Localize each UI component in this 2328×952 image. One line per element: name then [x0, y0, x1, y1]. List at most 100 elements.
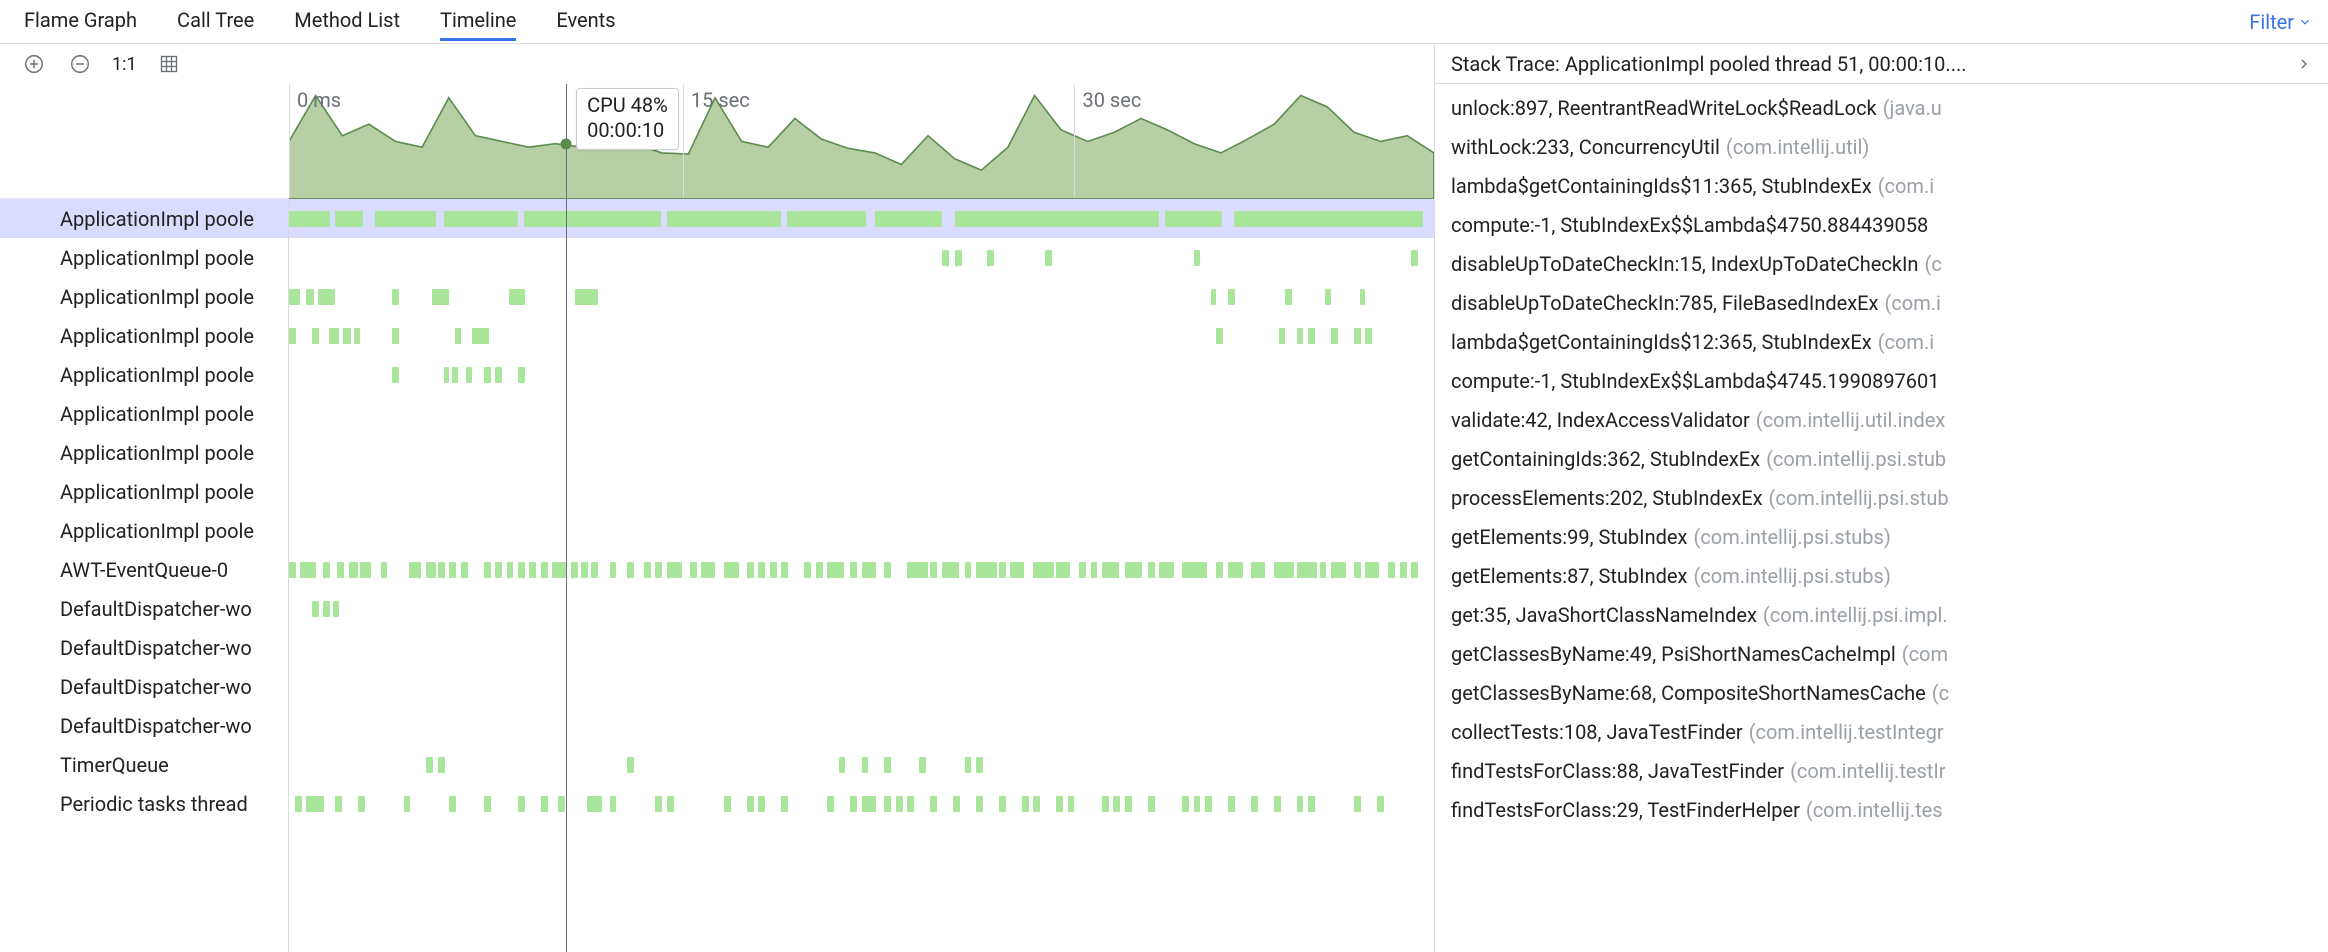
thread-activity-row[interactable] — [289, 757, 1434, 773]
stack-frame-sig: lambda$getContainingIds$12:365, StubInde… — [1451, 330, 1872, 354]
thread-row-label[interactable]: ApplicationImpl poole — [0, 394, 288, 433]
stack-trace-panel: Stack Trace: ApplicationImpl pooled thre… — [1435, 44, 2328, 952]
stack-frame-pkg: (com.intellij.testIntegr — [1749, 720, 1944, 744]
stack-frame-sig: get:35, JavaShortClassNameIndex — [1451, 603, 1757, 627]
stack-frame[interactable]: getElements:87, StubIndex(com.intellij.p… — [1435, 556, 2328, 595]
thread-activity-row[interactable] — [289, 640, 1434, 656]
stack-frame[interactable]: unlock:897, ReentrantReadWriteLock$ReadL… — [1435, 88, 2328, 127]
cursor-handle[interactable] — [561, 138, 572, 149]
thread-activity-row[interactable] — [289, 679, 1434, 695]
cursor-tooltip: CPU 48%00:00:10 — [576, 88, 679, 150]
thread-activity-row[interactable] — [289, 796, 1434, 812]
stack-frame[interactable]: getClassesByName:49, PsiShortNamesCacheI… — [1435, 634, 2328, 673]
stack-frame[interactable]: getElements:99, StubIndex(com.intellij.p… — [1435, 517, 2328, 556]
thread-activity-area[interactable] — [289, 199, 1434, 952]
stack-frame[interactable]: getClassesByName:68, CompositeShortNames… — [1435, 673, 2328, 712]
stack-frame[interactable]: lambda$getContainingIds$11:365, StubInde… — [1435, 166, 2328, 205]
stack-frame-pkg: (com.i — [1884, 291, 1940, 315]
thread-activity-row[interactable] — [289, 562, 1434, 578]
stack-frame-sig: getElements:87, StubIndex — [1451, 564, 1687, 588]
thread-row-label[interactable]: Periodic tasks thread — [0, 784, 288, 823]
stack-frame-sig: processElements:202, StubIndexEx — [1451, 486, 1763, 510]
thread-activity-row[interactable] — [289, 406, 1434, 422]
stack-trace-list[interactable]: unlock:897, ReentrantReadWriteLock$ReadL… — [1435, 84, 2328, 952]
stack-frame-sig: collectTests:108, JavaTestFinder — [1451, 720, 1743, 744]
zoom-out-button[interactable] — [66, 50, 94, 78]
thread-row-label[interactable]: AWT-EventQueue-0 — [0, 550, 288, 589]
thread-activity-row[interactable] — [289, 328, 1434, 344]
tab-flame-graph[interactable]: Flame Graph — [24, 2, 137, 42]
thread-row-label[interactable]: DefaultDispatcher-wo — [0, 667, 288, 706]
stack-frame-pkg: (com.intellij.tes — [1806, 798, 1943, 822]
thread-activity-row[interactable] — [289, 250, 1434, 266]
thread-row-label[interactable]: DefaultDispatcher-wo — [0, 706, 288, 745]
thread-row-label[interactable]: ApplicationImpl poole — [0, 277, 288, 316]
stack-frame-sig: findTestsForClass:88, JavaTestFinder — [1451, 759, 1784, 783]
thread-row-label[interactable]: DefaultDispatcher-wo — [0, 589, 288, 628]
stack-frame[interactable]: findTestsForClass:88, JavaTestFinder(com… — [1435, 751, 2328, 790]
thread-activity-row[interactable] — [289, 445, 1434, 461]
stack-frame[interactable]: disableUpToDateCheckIn:785, FileBasedInd… — [1435, 283, 2328, 322]
thread-row-label[interactable]: ApplicationImpl poole — [0, 472, 288, 511]
stack-frame[interactable]: lambda$getContainingIds$12:365, StubInde… — [1435, 322, 2328, 361]
stack-frame-sig: getClassesByName:49, PsiShortNamesCacheI… — [1451, 642, 1896, 666]
stack-frame[interactable]: disableUpToDateCheckIn:15, IndexUpToDate… — [1435, 244, 2328, 283]
stack-frame-sig: lambda$getContainingIds$11:365, StubInde… — [1451, 174, 1872, 198]
stack-frame[interactable]: get:35, JavaShortClassNameIndex(com.inte… — [1435, 595, 2328, 634]
time-marker: 0 ms — [297, 88, 341, 112]
thread-activity-row[interactable] — [289, 367, 1434, 383]
thread-row-label[interactable]: ApplicationImpl poole — [0, 238, 288, 277]
tab-strip: Flame Graph Call Tree Method List Timeline E… — [0, 0, 2328, 44]
thread-row-label[interactable]: ApplicationImpl poole — [0, 199, 288, 238]
thread-activity-row[interactable] — [289, 289, 1434, 305]
cpu-overview-chart[interactable]: 0 ms15 sec30 secCPU 48%00:00:10 — [289, 84, 1434, 198]
stack-frame[interactable]: collectTests:108, JavaTestFinder(com.int… — [1435, 712, 2328, 751]
thread-activity-row[interactable] — [289, 484, 1434, 500]
stack-frame-pkg: (com.intellij.util.index — [1756, 408, 1946, 432]
chevron-right-icon[interactable] — [2296, 56, 2312, 72]
stack-frame-sig: getElements:99, StubIndex — [1451, 525, 1687, 549]
stack-frame-pkg: (com.intellij.psi.stub — [1766, 447, 1946, 471]
stack-trace-title: Stack Trace: ApplicationImpl pooled thre… — [1451, 52, 2284, 76]
thread-row-label[interactable]: ApplicationImpl poole — [0, 511, 288, 550]
thread-activity-row[interactable] — [289, 601, 1434, 617]
stack-frame-pkg: (com — [1902, 642, 1948, 666]
chevron-down-icon — [2298, 15, 2312, 29]
stack-frame[interactable]: withLock:233, ConcurrencyUtil(com.intell… — [1435, 127, 2328, 166]
stack-frame[interactable]: findTestsForClass:29, TestFinderHelper(c… — [1435, 790, 2328, 829]
threads-viewport: ApplicationImpl pooleApplicationImpl poo… — [0, 199, 1434, 952]
stack-frame-pkg: (java.u — [1883, 96, 1942, 120]
stack-frame[interactable]: processElements:202, StubIndexEx(com.int… — [1435, 478, 2328, 517]
stack-frame-pkg: (c — [1924, 252, 1941, 276]
cpu-overview: 0 ms15 sec30 secCPU 48%00:00:10 — [0, 84, 1434, 199]
tab-method-list[interactable]: Method List — [294, 2, 400, 42]
stack-frame[interactable]: validate:42, IndexAccessValidator(com.in… — [1435, 400, 2328, 439]
thread-row-label[interactable]: DefaultDispatcher-wo — [0, 628, 288, 667]
stack-frame[interactable]: compute:-1, StubIndexEx$$Lambda$4745.199… — [1435, 361, 2328, 400]
stack-frame-sig: compute:-1, StubIndexEx$$Lambda$4745.199… — [1451, 369, 1940, 393]
time-marker: 30 sec — [1082, 88, 1141, 112]
stack-frame-pkg: (com.intellij.psi.stubs) — [1693, 525, 1890, 549]
thread-row-label[interactable]: ApplicationImpl poole — [0, 316, 288, 355]
thread-row-label[interactable]: ApplicationImpl poole — [0, 355, 288, 394]
filter-dropdown[interactable]: Filter — [2249, 10, 2312, 34]
zoom-in-button[interactable] — [20, 50, 48, 78]
thread-activity-row[interactable] — [289, 211, 1434, 227]
stack-frame-sig: validate:42, IndexAccessValidator — [1451, 408, 1750, 432]
tab-events[interactable]: Events — [556, 2, 615, 42]
stack-frame-sig: findTestsForClass:29, TestFinderHelper — [1451, 798, 1800, 822]
stack-frame-sig: compute:-1, StubIndexEx$$Lambda$4750.884… — [1451, 213, 1928, 237]
thread-activity-row[interactable] — [289, 523, 1434, 539]
thread-row-label[interactable]: ApplicationImpl poole — [0, 433, 288, 472]
grid-toggle-button[interactable] — [155, 50, 183, 78]
tab-timeline[interactable]: Timeline — [440, 2, 516, 42]
fit-button[interactable]: 1:1 — [112, 50, 137, 78]
stack-frame[interactable]: getContainingIds:362, StubIndexEx(com.in… — [1435, 439, 2328, 478]
thread-activity-row[interactable] — [289, 718, 1434, 734]
thread-row-label[interactable]: TimerQueue — [0, 745, 288, 784]
stack-frame-sig: unlock:897, ReentrantReadWriteLock$ReadL… — [1451, 96, 1877, 120]
tab-call-tree[interactable]: Call Tree — [177, 2, 254, 42]
stack-frame[interactable]: compute:-1, StubIndexEx$$Lambda$4750.884… — [1435, 205, 2328, 244]
stack-frame-pkg: (com.i — [1878, 174, 1934, 198]
stack-frame-pkg: (com.intellij.testIr — [1790, 759, 1945, 783]
